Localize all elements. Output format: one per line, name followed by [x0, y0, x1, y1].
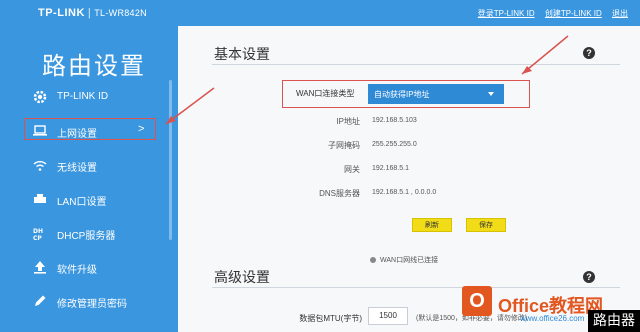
svg-text:CP: CP [33, 235, 42, 241]
mtu-input[interactable]: 1500 [368, 307, 408, 325]
subnet-label: 子网掩码 [328, 141, 360, 150]
sidebar-item-label: 软件升级 [57, 265, 97, 276]
sidebar-item-label: 修改管理员密码 [57, 299, 127, 310]
basic-settings-title: 基本设置 [214, 47, 270, 63]
advanced-settings-title: 高级设置 [214, 270, 270, 286]
top-links: 登录TP-LINK ID 创建TP-LINK ID 退出 [470, 8, 628, 19]
dns-label: DNS服务器 [319, 189, 360, 198]
create-id-link[interactable]: 创建TP-LINK ID [545, 9, 602, 18]
brand-logo: TP-LINK | TL-WR842N [38, 7, 147, 19]
ip-label: IP地址 [336, 117, 360, 126]
chevron-right-icon: > [138, 123, 145, 135]
ip-value: 192.168.5.103 [372, 117, 417, 124]
sidebar-item-password[interactable]: 修改管理员密码 [0, 286, 170, 316]
wifi-icon [33, 161, 47, 171]
sidebar-item-label: DHCP服务器 [57, 231, 116, 242]
brand-name: TP-LINK [38, 7, 85, 19]
corner-watermark: 路由器 [588, 310, 640, 332]
logout-link[interactable]: 退出 [612, 9, 628, 18]
subnet-value: 255.255.255.0 [372, 141, 417, 148]
sidebar-item-dhcp[interactable]: DH CP DHCP服务器 [0, 218, 170, 248]
sidebar: 路由设置 TP-LINK ID 上网设置 > 无线设置 LAN口设置 DH CP … [0, 26, 178, 332]
svg-text:DH: DH [33, 228, 43, 235]
sidebar-item-lan[interactable]: LAN口设置 [0, 184, 170, 214]
wan-type-label: WAN口连接类型 [296, 89, 355, 98]
watermark-url: www.office26.com [520, 314, 585, 323]
sidebar-item-internet[interactable]: 上网设置 > [0, 116, 170, 146]
divider [212, 287, 620, 288]
sidebar-item-label: LAN口设置 [57, 197, 107, 208]
wan-status-text: WAN口网线已连接 [380, 257, 439, 264]
help-icon[interactable]: ? [583, 271, 595, 283]
sidebar-title: 路由设置 [42, 52, 146, 80]
dhcp-icon: DHCP [33, 228, 43, 241]
wan-status: WAN口网线已连接 [370, 255, 438, 265]
sidebar-item-label: TP-LINK ID [57, 91, 109, 102]
sidebar-item-tplink-id[interactable]: TP-LINK ID [0, 82, 170, 112]
main-panel: 基本设置 ? WAN口连接类型 自动获得IP地址 IP地址 192.168.5.… [178, 26, 640, 332]
divider [212, 64, 620, 65]
sidebar-item-wireless[interactable]: 无线设置 [0, 150, 170, 180]
model-name: TL-WR842N [94, 8, 147, 18]
login-link[interactable]: 登录TP-LINK ID [478, 9, 535, 18]
laptop-icon [33, 125, 47, 136]
sidebar-item-label: 上网设置 [57, 129, 97, 140]
gear-icon [33, 90, 47, 104]
refresh-button[interactable]: 刷新 [412, 218, 452, 232]
wan-type-select[interactable]: 自动获得IP地址 [368, 84, 504, 104]
gateway-value: 192.168.5.1 [372, 165, 409, 172]
gateway-label: 网关 [344, 165, 360, 174]
sidebar-item-upgrade[interactable]: 软件升级 [0, 252, 170, 282]
office-logo: O [462, 286, 492, 316]
wan-type-value: 自动获得IP地址 [374, 90, 430, 99]
pencil-icon [35, 295, 46, 306]
lan-icon [34, 194, 46, 203]
caret-down-icon [488, 92, 494, 96]
help-icon[interactable]: ? [583, 47, 595, 59]
save-button[interactable]: 保存 [466, 218, 506, 232]
top-header: TP-LINK | TL-WR842N 登录TP-LINK ID 创建TP-LINK… [0, 0, 640, 26]
dns-value: 192.168.5.1 , 0.0.0.0 [372, 189, 437, 196]
status-dot-icon [370, 257, 376, 263]
mtu-label: 数据包MTU(字节) [299, 314, 362, 323]
upload-icon [34, 261, 46, 274]
sidebar-item-label: 无线设置 [57, 163, 97, 174]
